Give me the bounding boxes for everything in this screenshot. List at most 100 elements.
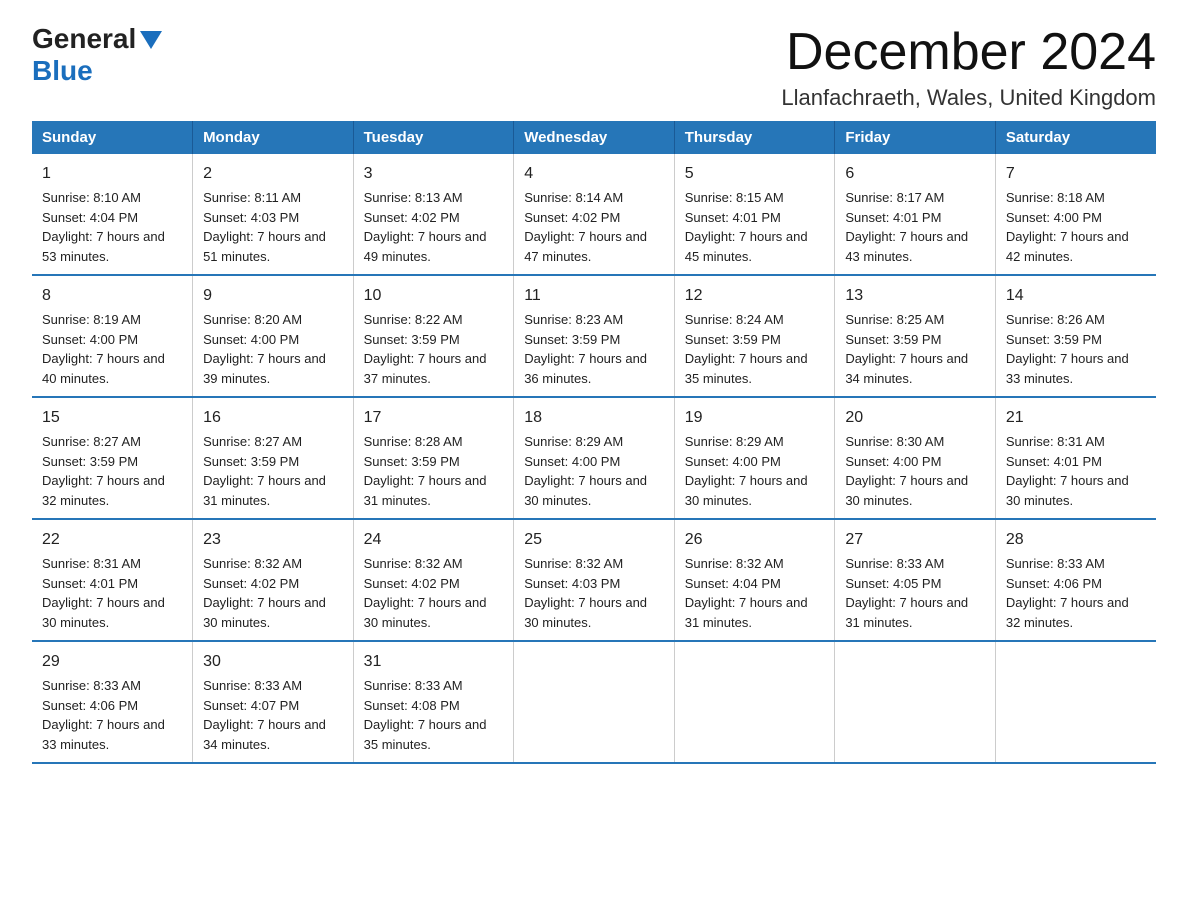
calendar-cell: 16Sunrise: 8:27 AMSunset: 3:59 PMDayligh… (193, 397, 354, 519)
calendar-cell: 21Sunrise: 8:31 AMSunset: 4:01 PMDayligh… (995, 397, 1156, 519)
day-number: 8 (42, 284, 182, 308)
day-number: 18 (524, 406, 664, 430)
col-header-friday: Friday (835, 121, 996, 154)
day-info: Sunrise: 8:30 AMSunset: 4:00 PMDaylight:… (845, 432, 985, 510)
calendar-cell: 17Sunrise: 8:28 AMSunset: 3:59 PMDayligh… (353, 397, 514, 519)
day-info: Sunrise: 8:24 AMSunset: 3:59 PMDaylight:… (685, 310, 825, 388)
calendar-cell: 7Sunrise: 8:18 AMSunset: 4:00 PMDaylight… (995, 154, 1156, 275)
day-number: 21 (1006, 406, 1146, 430)
calendar-cell: 10Sunrise: 8:22 AMSunset: 3:59 PMDayligh… (353, 275, 514, 397)
calendar-week-row: 1Sunrise: 8:10 AMSunset: 4:04 PMDaylight… (32, 154, 1156, 275)
day-number: 2 (203, 162, 343, 186)
day-number: 31 (364, 650, 504, 674)
calendar-cell: 6Sunrise: 8:17 AMSunset: 4:01 PMDaylight… (835, 154, 996, 275)
day-number: 4 (524, 162, 664, 186)
day-info: Sunrise: 8:17 AMSunset: 4:01 PMDaylight:… (845, 188, 985, 266)
day-info: Sunrise: 8:22 AMSunset: 3:59 PMDaylight:… (364, 310, 504, 388)
calendar-cell: 22Sunrise: 8:31 AMSunset: 4:01 PMDayligh… (32, 519, 193, 641)
day-number: 17 (364, 406, 504, 430)
col-header-sunday: Sunday (32, 121, 193, 154)
day-number: 3 (364, 162, 504, 186)
calendar-week-row: 22Sunrise: 8:31 AMSunset: 4:01 PMDayligh… (32, 519, 1156, 641)
logo-triangle-icon (140, 31, 162, 49)
col-header-monday: Monday (193, 121, 354, 154)
day-number: 28 (1006, 528, 1146, 552)
calendar-cell: 25Sunrise: 8:32 AMSunset: 4:03 PMDayligh… (514, 519, 675, 641)
title-block: December 2024 Llanfachraeth, Wales, Unit… (781, 24, 1156, 111)
day-number: 9 (203, 284, 343, 308)
day-info: Sunrise: 8:29 AMSunset: 4:00 PMDaylight:… (685, 432, 825, 510)
location-subtitle: Llanfachraeth, Wales, United Kingdom (781, 85, 1156, 111)
day-number: 15 (42, 406, 182, 430)
day-info: Sunrise: 8:13 AMSunset: 4:02 PMDaylight:… (364, 188, 504, 266)
day-info: Sunrise: 8:33 AMSunset: 4:06 PMDaylight:… (1006, 554, 1146, 632)
day-number: 6 (845, 162, 985, 186)
day-number: 24 (364, 528, 504, 552)
day-info: Sunrise: 8:27 AMSunset: 3:59 PMDaylight:… (203, 432, 343, 510)
calendar-cell (514, 641, 675, 763)
logo-text-blue: Blue (32, 55, 93, 87)
calendar-cell: 1Sunrise: 8:10 AMSunset: 4:04 PMDaylight… (32, 154, 193, 275)
calendar-cell: 15Sunrise: 8:27 AMSunset: 3:59 PMDayligh… (32, 397, 193, 519)
day-info: Sunrise: 8:14 AMSunset: 4:02 PMDaylight:… (524, 188, 664, 266)
day-info: Sunrise: 8:28 AMSunset: 3:59 PMDaylight:… (364, 432, 504, 510)
day-info: Sunrise: 8:20 AMSunset: 4:00 PMDaylight:… (203, 310, 343, 388)
col-header-saturday: Saturday (995, 121, 1156, 154)
day-info: Sunrise: 8:19 AMSunset: 4:00 PMDaylight:… (42, 310, 182, 388)
logo: General Blue (32, 24, 162, 87)
day-info: Sunrise: 8:27 AMSunset: 3:59 PMDaylight:… (42, 432, 182, 510)
col-header-thursday: Thursday (674, 121, 835, 154)
calendar-week-row: 8Sunrise: 8:19 AMSunset: 4:00 PMDaylight… (32, 275, 1156, 397)
calendar-cell: 8Sunrise: 8:19 AMSunset: 4:00 PMDaylight… (32, 275, 193, 397)
calendar-header-row: SundayMondayTuesdayWednesdayThursdayFrid… (32, 121, 1156, 154)
day-number: 29 (42, 650, 182, 674)
day-number: 11 (524, 284, 664, 308)
day-info: Sunrise: 8:11 AMSunset: 4:03 PMDaylight:… (203, 188, 343, 266)
calendar-week-row: 29Sunrise: 8:33 AMSunset: 4:06 PMDayligh… (32, 641, 1156, 763)
day-number: 22 (42, 528, 182, 552)
day-info: Sunrise: 8:23 AMSunset: 3:59 PMDaylight:… (524, 310, 664, 388)
day-info: Sunrise: 8:18 AMSunset: 4:00 PMDaylight:… (1006, 188, 1146, 266)
day-number: 7 (1006, 162, 1146, 186)
day-number: 13 (845, 284, 985, 308)
day-info: Sunrise: 8:32 AMSunset: 4:04 PMDaylight:… (685, 554, 825, 632)
day-info: Sunrise: 8:32 AMSunset: 4:03 PMDaylight:… (524, 554, 664, 632)
month-title: December 2024 (781, 24, 1156, 81)
calendar-week-row: 15Sunrise: 8:27 AMSunset: 3:59 PMDayligh… (32, 397, 1156, 519)
calendar-cell: 28Sunrise: 8:33 AMSunset: 4:06 PMDayligh… (995, 519, 1156, 641)
calendar-cell: 4Sunrise: 8:14 AMSunset: 4:02 PMDaylight… (514, 154, 675, 275)
day-info: Sunrise: 8:33 AMSunset: 4:07 PMDaylight:… (203, 676, 343, 754)
day-info: Sunrise: 8:32 AMSunset: 4:02 PMDaylight:… (364, 554, 504, 632)
day-number: 12 (685, 284, 825, 308)
calendar-cell: 31Sunrise: 8:33 AMSunset: 4:08 PMDayligh… (353, 641, 514, 763)
day-number: 10 (364, 284, 504, 308)
calendar-cell: 12Sunrise: 8:24 AMSunset: 3:59 PMDayligh… (674, 275, 835, 397)
calendar-cell: 9Sunrise: 8:20 AMSunset: 4:00 PMDaylight… (193, 275, 354, 397)
calendar-cell (835, 641, 996, 763)
calendar-cell: 23Sunrise: 8:32 AMSunset: 4:02 PMDayligh… (193, 519, 354, 641)
day-info: Sunrise: 8:33 AMSunset: 4:08 PMDaylight:… (364, 676, 504, 754)
day-number: 30 (203, 650, 343, 674)
day-info: Sunrise: 8:25 AMSunset: 3:59 PMDaylight:… (845, 310, 985, 388)
day-number: 27 (845, 528, 985, 552)
logo-text-general: General (32, 24, 136, 55)
day-number: 23 (203, 528, 343, 552)
day-info: Sunrise: 8:15 AMSunset: 4:01 PMDaylight:… (685, 188, 825, 266)
day-number: 25 (524, 528, 664, 552)
day-info: Sunrise: 8:31 AMSunset: 4:01 PMDaylight:… (42, 554, 182, 632)
calendar-cell: 14Sunrise: 8:26 AMSunset: 3:59 PMDayligh… (995, 275, 1156, 397)
col-header-tuesday: Tuesday (353, 121, 514, 154)
day-number: 26 (685, 528, 825, 552)
day-info: Sunrise: 8:10 AMSunset: 4:04 PMDaylight:… (42, 188, 182, 266)
calendar-cell: 2Sunrise: 8:11 AMSunset: 4:03 PMDaylight… (193, 154, 354, 275)
day-info: Sunrise: 8:33 AMSunset: 4:05 PMDaylight:… (845, 554, 985, 632)
day-number: 14 (1006, 284, 1146, 308)
col-header-wednesday: Wednesday (514, 121, 675, 154)
day-number: 19 (685, 406, 825, 430)
calendar-table: SundayMondayTuesdayWednesdayThursdayFrid… (32, 121, 1156, 764)
page-header: General Blue December 2024 Llanfachraeth… (32, 24, 1156, 111)
calendar-cell: 29Sunrise: 8:33 AMSunset: 4:06 PMDayligh… (32, 641, 193, 763)
calendar-cell: 20Sunrise: 8:30 AMSunset: 4:00 PMDayligh… (835, 397, 996, 519)
calendar-cell: 5Sunrise: 8:15 AMSunset: 4:01 PMDaylight… (674, 154, 835, 275)
calendar-cell: 24Sunrise: 8:32 AMSunset: 4:02 PMDayligh… (353, 519, 514, 641)
